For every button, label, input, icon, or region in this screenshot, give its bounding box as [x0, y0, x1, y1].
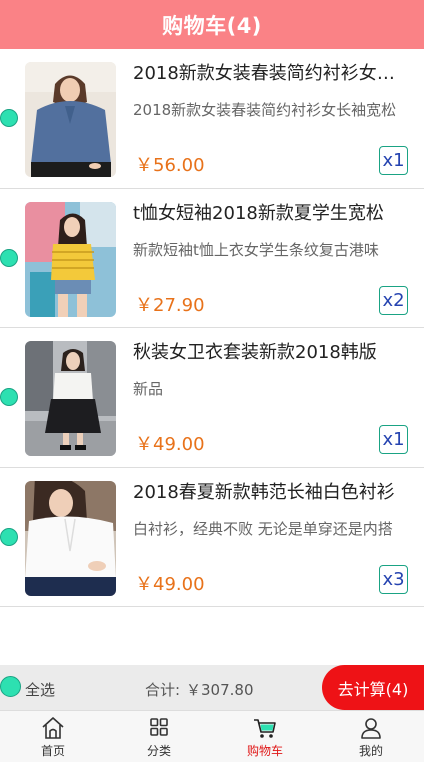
- quantity-badge[interactable]: x2: [379, 285, 408, 315]
- tab-label: 首页: [40, 744, 65, 758]
- checkout-button[interactable]: 去计算(4): [322, 665, 424, 710]
- tab-label: 我的: [358, 744, 383, 758]
- product-title[interactable]: 2018春夏新款韩范长袖白色衬衫: [133, 478, 398, 504]
- quantity-badge[interactable]: x3: [379, 564, 408, 594]
- quantity-badge[interactable]: x1: [379, 146, 408, 175]
- product-price: ￥49.00: [135, 573, 205, 595]
- product-description: 白衬衫，经典不败 无论是单穿还是内搭: [133, 519, 393, 538]
- item-checkbox[interactable]: [0, 527, 18, 546]
- tab-cart[interactable]: 购物车: [212, 711, 318, 762]
- product-description: 新款短袖t恤上衣女学生条纹复古港味: [133, 240, 379, 259]
- user-icon: [361, 718, 381, 739]
- quantity-badge[interactable]: x1: [379, 425, 408, 454]
- cart-item[interactable]: t恤女短袖2018新款夏学生宽松 新款短袖t恤上衣女学生条纹复古港味 ￥27.9…: [0, 189, 424, 328]
- item-checkbox[interactable]: [0, 388, 18, 406]
- select-all-label[interactable]: 全选: [25, 679, 55, 700]
- tab-label: 分类: [146, 744, 171, 758]
- cart-icon: [254, 719, 276, 738]
- total-value: ￥307.80: [186, 681, 254, 699]
- product-title[interactable]: t恤女短袖2018新款夏学生宽松: [133, 199, 398, 225]
- cart-item[interactable]: 秋装女卫衣套装新款2018韩版 新品 ￥49.00 x1: [0, 328, 424, 468]
- tab-home[interactable]: 首页: [0, 711, 106, 762]
- page-title: 购物车(4): [162, 13, 262, 38]
- category-icon: [150, 718, 168, 736]
- product-description: 2018新款女装春装简约衬衫女长袖宽松: [133, 101, 397, 119]
- product-title[interactable]: 秋装女卫衣套装新款2018韩版: [133, 338, 398, 364]
- product-image[interactable]: [25, 62, 116, 177]
- cart-list: 2018新款女装春装简约衬衫女长袖 2018新款女装春装简约衬衫女长袖宽松 ￥5…: [0, 49, 424, 607]
- product-image[interactable]: [25, 480, 116, 596]
- bottom-tab-bar: 首页 分类 购物车 我的: [0, 710, 424, 762]
- item-checkbox[interactable]: [0, 109, 18, 127]
- tab-label: 购物车: [246, 744, 283, 758]
- tab-category[interactable]: 分类: [106, 711, 212, 762]
- total-label: 合计:: [145, 681, 181, 699]
- tab-profile[interactable]: 我的: [318, 711, 424, 762]
- product-image[interactable]: [25, 341, 116, 456]
- product-title[interactable]: 2018新款女装春装简约衬衫女长袖: [133, 59, 398, 85]
- page-header: 购物车(4): [0, 0, 424, 49]
- item-checkbox[interactable]: [0, 248, 18, 267]
- product-image[interactable]: [25, 201, 116, 317]
- home-icon: [42, 717, 64, 739]
- product-price: ￥27.90: [135, 294, 205, 316]
- product-price: ￥49.00: [135, 434, 205, 455]
- cart-item[interactable]: 2018春夏新款韩范长袖白色衬衫 白衬衫，经典不败 无论是单穿还是内搭 ￥49.…: [0, 468, 424, 607]
- cart-summary-bar: 全选 合计: ￥307.80 去计算(4): [0, 665, 424, 710]
- select-all-checkbox[interactable]: [0, 676, 21, 697]
- cart-item[interactable]: 2018新款女装春装简约衬衫女长袖 2018新款女装春装简约衬衫女长袖宽松 ￥5…: [0, 49, 424, 189]
- product-description: 新品: [133, 380, 164, 398]
- product-price: ￥56.00: [135, 155, 205, 176]
